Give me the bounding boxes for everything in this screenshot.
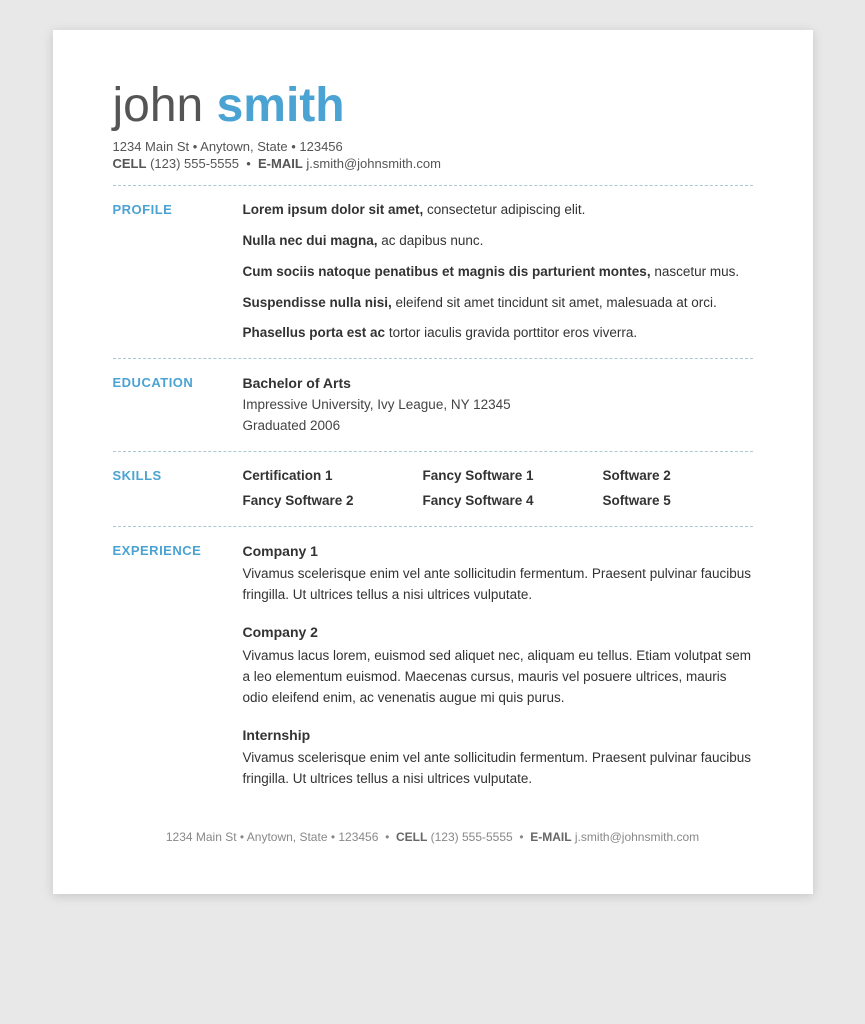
- exp-entry-3: Internship Vivamus scelerisque enim vel …: [243, 725, 753, 791]
- skills-label: SKILLS: [113, 466, 243, 512]
- edu-graduated: Graduated 2006: [243, 416, 753, 437]
- education-label: EDUCATION: [113, 373, 243, 437]
- profile-para-3: Cum sociis natoque penatibus et magnis d…: [243, 262, 753, 283]
- skills-section: SKILLS Certification 1 Fancy Software 1 …: [113, 466, 753, 512]
- skill-item-2: Fancy Software 1: [423, 466, 603, 487]
- contact-line: CELL (123) 555-5555 • E-MAIL j.smith@joh…: [113, 156, 753, 171]
- exp-desc-1: Vivamus scelerisque enim vel ante sollic…: [243, 564, 753, 606]
- footer-cell-value: (123) 555-5555: [431, 830, 513, 844]
- profile-para-4: Suspendisse nulla nisi, eleifend sit ame…: [243, 293, 753, 314]
- exp-company-2: Company 2: [243, 622, 753, 644]
- profile-text-4: eleifend sit amet tincidunt sit amet, ma…: [392, 295, 717, 310]
- resume-page: john smith 1234 Main St • Anytown, State…: [53, 30, 813, 894]
- cell-value: (123) 555-5555: [150, 156, 239, 171]
- profile-section: PROFILE Lorem ipsum dolor sit amet, cons…: [113, 200, 753, 345]
- skill-item-6: Software 5: [603, 491, 763, 512]
- header-divider: [113, 185, 753, 186]
- edu-university: Impressive University, Ivy League, NY 12…: [243, 395, 753, 416]
- last-name: smith: [217, 79, 345, 132]
- exp-desc-3: Vivamus scelerisque enim vel ante sollic…: [243, 748, 753, 790]
- skill-item-1: Certification 1: [243, 466, 423, 487]
- skill-item-3: Software 2: [603, 466, 763, 487]
- experience-content: Company 1 Vivamus scelerisque enim vel a…: [243, 541, 753, 791]
- header: john smith 1234 Main St • Anytown, State…: [113, 80, 753, 171]
- profile-bold-4: Suspendisse nulla nisi,: [243, 295, 392, 310]
- address-line: 1234 Main St • Anytown, State • 123456: [113, 139, 753, 154]
- footer-email-label: E-MAIL: [530, 830, 571, 844]
- email-value: j.smith@johnsmith.com: [306, 156, 441, 171]
- experience-section: EXPERIENCE Company 1 Vivamus scelerisque…: [113, 541, 753, 791]
- education-content: Bachelor of Arts Impressive University, …: [243, 373, 753, 437]
- education-divider: [113, 451, 753, 452]
- footer-cell-label: CELL: [396, 830, 427, 844]
- skills-grid: Certification 1 Fancy Software 1 Softwar…: [243, 466, 763, 512]
- profile-bold-5: Phasellus porta est ac: [243, 325, 386, 340]
- footer-address: 1234 Main St • Anytown, State • 123456: [166, 830, 379, 844]
- edu-degree: Bachelor of Arts: [243, 373, 753, 395]
- exp-company-3: Internship: [243, 725, 753, 747]
- profile-text-2: ac dapibus nunc.: [378, 233, 484, 248]
- profile-label: PROFILE: [113, 200, 243, 345]
- profile-text-1: consectetur adipiscing elit.: [423, 202, 585, 217]
- skills-divider: [113, 526, 753, 527]
- profile-text-3: nascetur mus.: [651, 264, 740, 279]
- footer: 1234 Main St • Anytown, State • 123456 •…: [113, 820, 753, 844]
- exp-entry-1: Company 1 Vivamus scelerisque enim vel a…: [243, 541, 753, 607]
- experience-label: EXPERIENCE: [113, 541, 243, 791]
- full-name: john smith: [113, 80, 753, 133]
- exp-company-1: Company 1: [243, 541, 753, 563]
- cell-label: CELL: [113, 156, 147, 171]
- first-name: john: [113, 79, 204, 132]
- skills-content: Certification 1 Fancy Software 1 Softwar…: [243, 466, 763, 512]
- exp-entry-2: Company 2 Vivamus lacus lorem, euismod s…: [243, 622, 753, 708]
- profile-bold-1: Lorem ipsum dolor sit amet,: [243, 202, 424, 217]
- profile-para-5: Phasellus porta est ac tortor iaculis gr…: [243, 323, 753, 344]
- profile-para-2: Nulla nec dui magna, ac dapibus nunc.: [243, 231, 753, 252]
- profile-content: Lorem ipsum dolor sit amet, consectetur …: [243, 200, 753, 345]
- profile-bold-2: Nulla nec dui magna,: [243, 233, 378, 248]
- profile-text-5: tortor iaculis gravida porttitor eros vi…: [385, 325, 637, 340]
- profile-para-1: Lorem ipsum dolor sit amet, consectetur …: [243, 200, 753, 221]
- skill-item-5: Fancy Software 4: [423, 491, 603, 512]
- skill-item-4: Fancy Software 2: [243, 491, 423, 512]
- footer-email-value: j.smith@johnsmith.com: [575, 830, 699, 844]
- email-label: E-MAIL: [258, 156, 303, 171]
- profile-divider: [113, 358, 753, 359]
- exp-desc-2: Vivamus lacus lorem, euismod sed aliquet…: [243, 646, 753, 709]
- education-section: EDUCATION Bachelor of Arts Impressive Un…: [113, 373, 753, 437]
- profile-bold-3: Cum sociis natoque penatibus et magnis d…: [243, 264, 651, 279]
